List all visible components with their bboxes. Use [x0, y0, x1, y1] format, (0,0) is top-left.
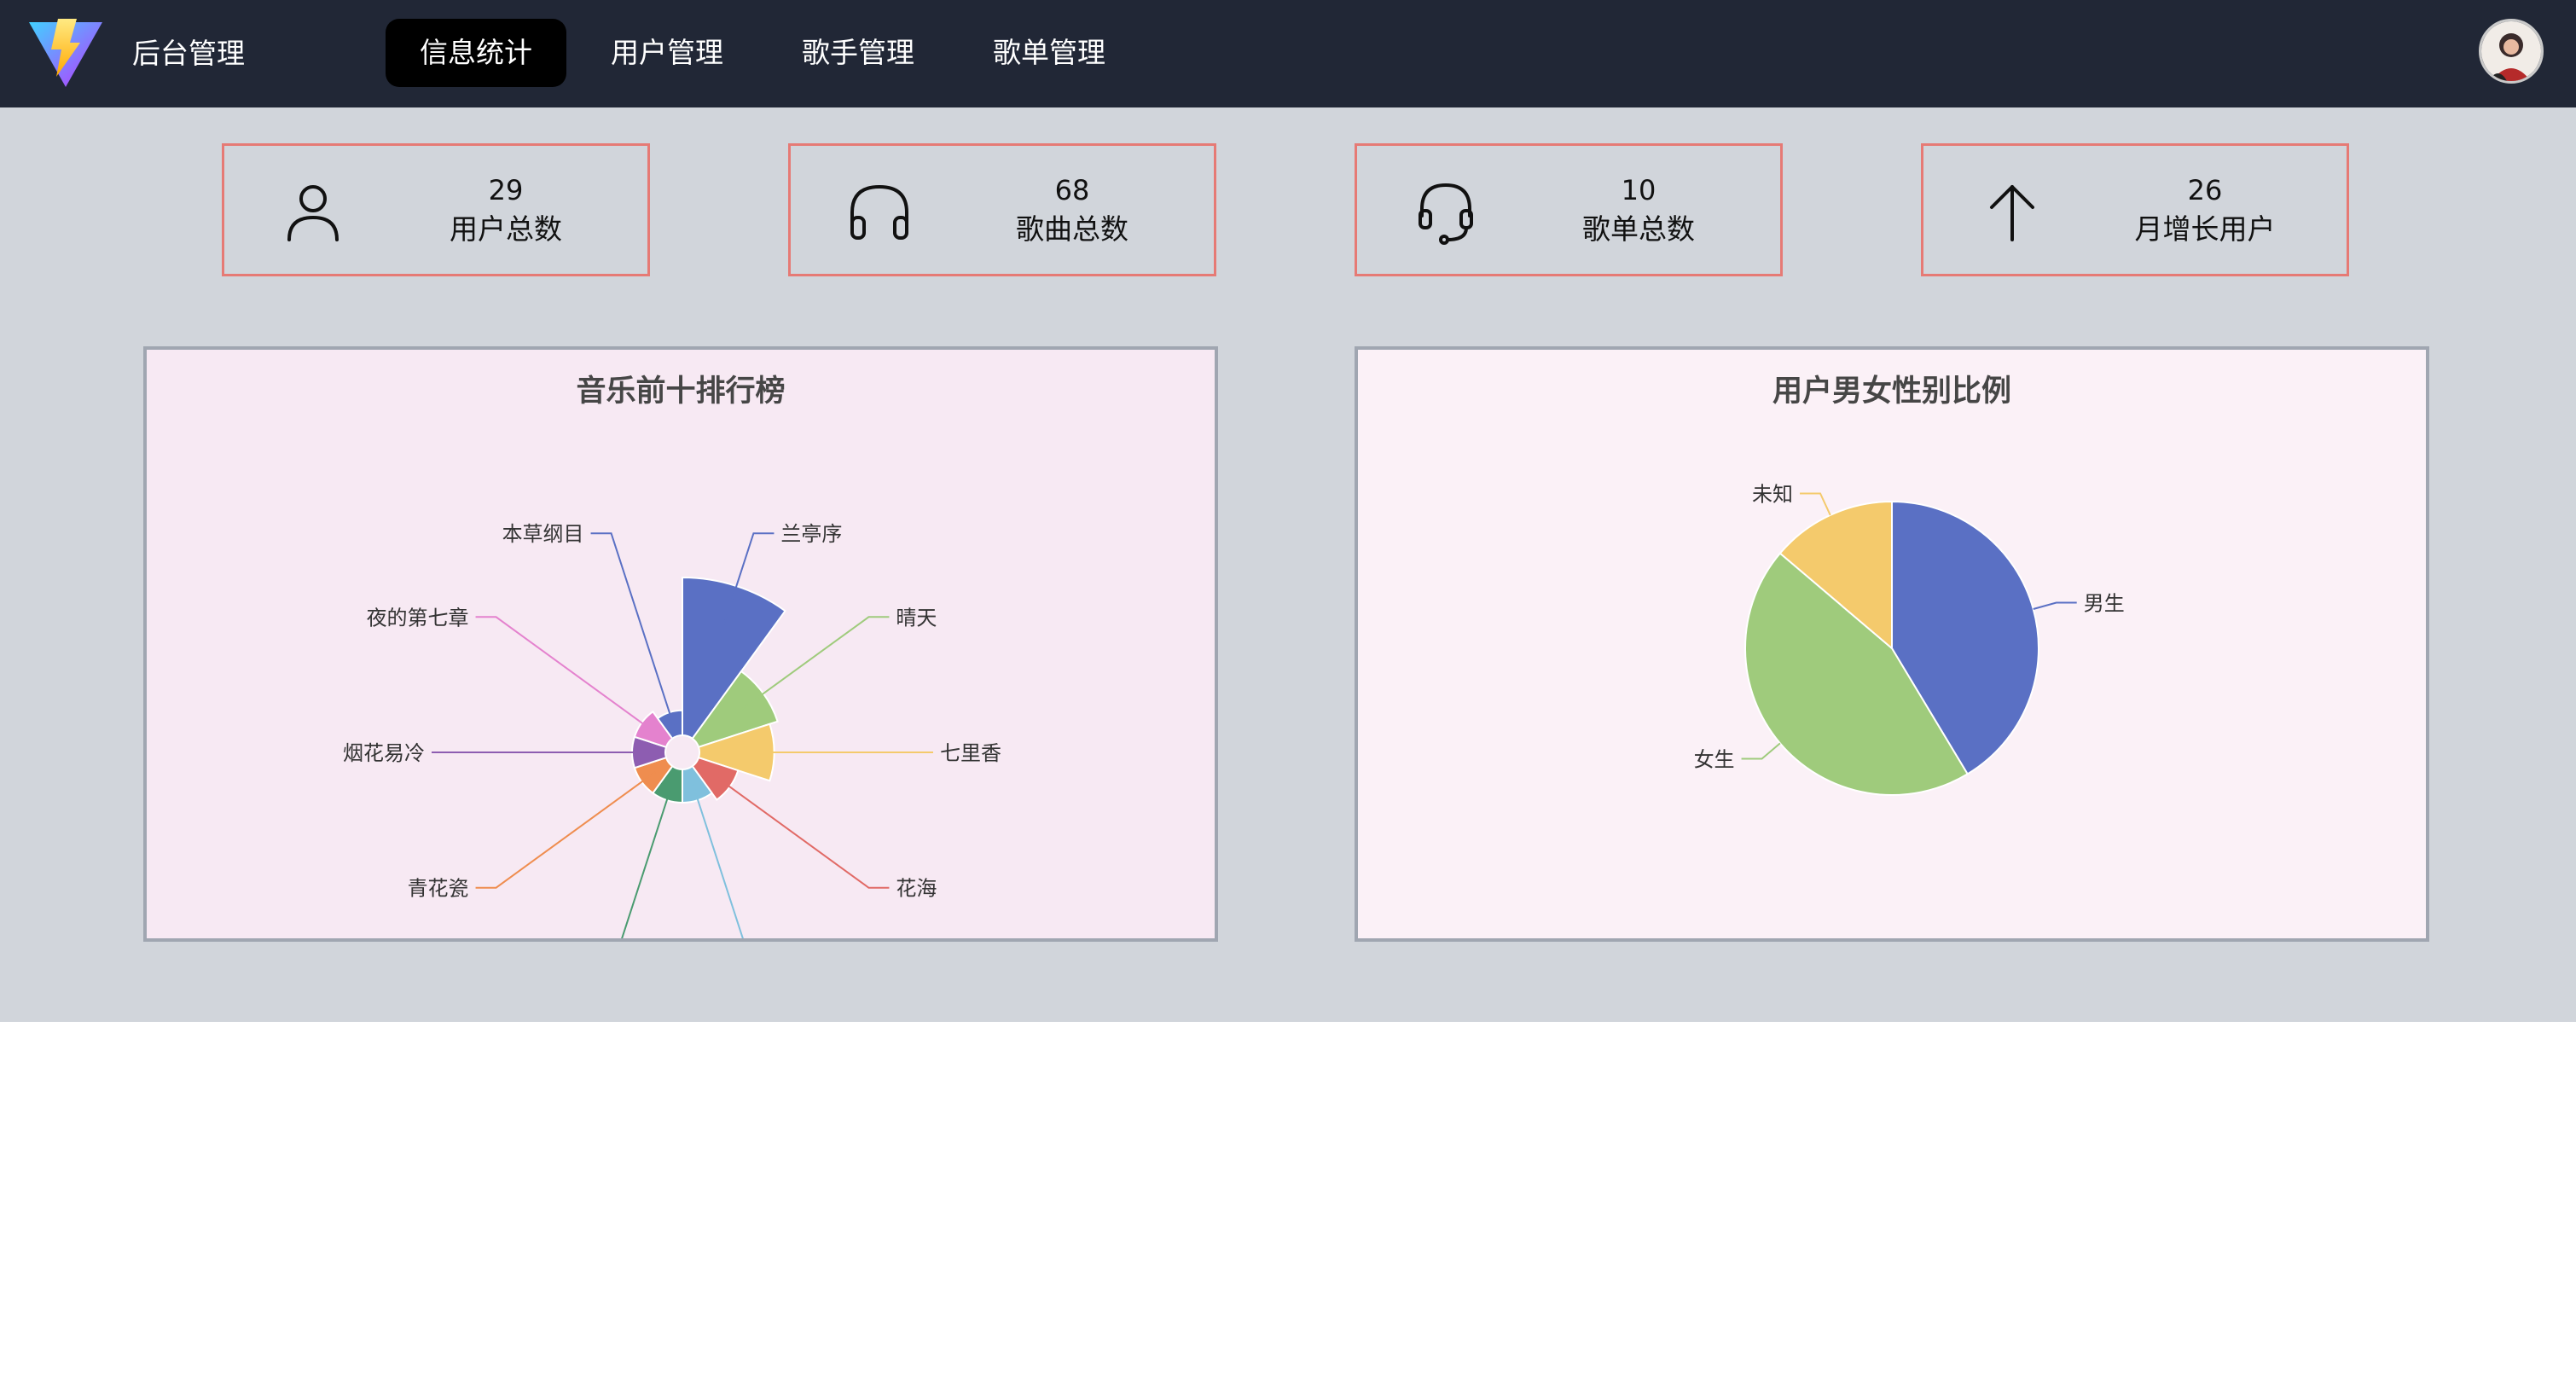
- stat-value: 29: [488, 174, 524, 206]
- nav-tab-user-management[interactable]: 用户管理: [577, 19, 757, 87]
- user-avatar[interactable]: [2479, 19, 2544, 84]
- slice-label: 七里香: [940, 741, 1001, 765]
- stat-label: 歌曲总数: [1016, 212, 1128, 246]
- label-line: [621, 784, 673, 938]
- label-line: [475, 771, 656, 889]
- rose-chart: 兰亭序晴天七里香花海告白气球一路向北青花瓷烟花易冷夜的第七章本草纲目: [343, 522, 1001, 938]
- rose-chart-panel: 音乐前十排行榜 兰亭序晴天七里香花海告白气球一路向北青花瓷烟花易冷夜的第七章本草…: [143, 346, 1218, 942]
- avatar-image: [2481, 21, 2541, 81]
- headset-icon: [1419, 183, 1473, 245]
- brand-title: 后台管理: [132, 37, 245, 70]
- stat-text: 29 用户总数: [421, 171, 591, 250]
- top-navbar: 后台管理 信息统计 用户管理 歌手管理 歌单管理: [0, 0, 2576, 107]
- headphones-icon: [850, 184, 908, 240]
- stat-value: 68: [1054, 174, 1090, 206]
- slice-label: 兰亭序: [780, 522, 842, 546]
- stat-card-users: 29 用户总数: [222, 143, 650, 276]
- arrow-up-icon: [1990, 185, 2034, 241]
- stat-label: 歌单总数: [1582, 212, 1695, 246]
- label-line: [590, 532, 675, 726]
- label-line: [475, 616, 656, 734]
- nav-tab-singer-management[interactable]: 歌手管理: [768, 19, 949, 87]
- slice-label: 未知: [1752, 482, 1793, 506]
- gender-pie-panel: 用户男女性别比例 男生 女生 未知: [1355, 346, 2429, 942]
- dashboard-content: 29 用户总数 68 歌曲总数 10 歌单总数 26 月增长用户 音乐前十排行榜…: [0, 107, 2576, 1022]
- stat-label: 月增长用户: [2134, 212, 2276, 246]
- stat-card-songs: 68 歌曲总数: [788, 143, 1216, 276]
- slice-label: 夜的第七章: [367, 606, 469, 630]
- stat-card-playlists: 10 歌单总数: [1355, 143, 1783, 276]
- slice-label: 男生: [2084, 591, 2125, 615]
- label-line: [1741, 742, 1781, 760]
- slice-label: 烟花易冷: [343, 741, 425, 765]
- stat-text: 10 歌单总数: [1553, 171, 1724, 250]
- nav-tab-statistics[interactable]: 信息统计: [386, 19, 566, 87]
- user-icon: [287, 185, 339, 241]
- lightning-logo-icon[interactable]: [27, 17, 104, 89]
- slice-label: 花海: [896, 877, 937, 901]
- slice-label: 晴天: [896, 606, 937, 630]
- stat-label: 用户总数: [450, 212, 562, 246]
- nav-tab-playlist-management[interactable]: 歌单管理: [959, 19, 1140, 87]
- slice-label: 女生: [1694, 747, 1735, 771]
- gender-pie-chart: 男生女生 未知: [1694, 482, 2125, 796]
- stat-text: 68 歌曲总数: [987, 171, 1157, 250]
- slice-label: 本草纲目: [502, 522, 584, 546]
- stat-text: 26 月增长用户: [2120, 171, 2290, 250]
- slice-label: 青花瓷: [408, 877, 469, 901]
- label-line: [692, 784, 744, 938]
- stat-card-monthly-growth: 26 月增长用户: [1921, 143, 2349, 276]
- label-line: [712, 774, 890, 889]
- label-line: [1800, 492, 1831, 516]
- label-line: [2033, 601, 2077, 610]
- stat-value: 10: [1621, 174, 1656, 206]
- stat-value: 26: [2187, 174, 2223, 206]
